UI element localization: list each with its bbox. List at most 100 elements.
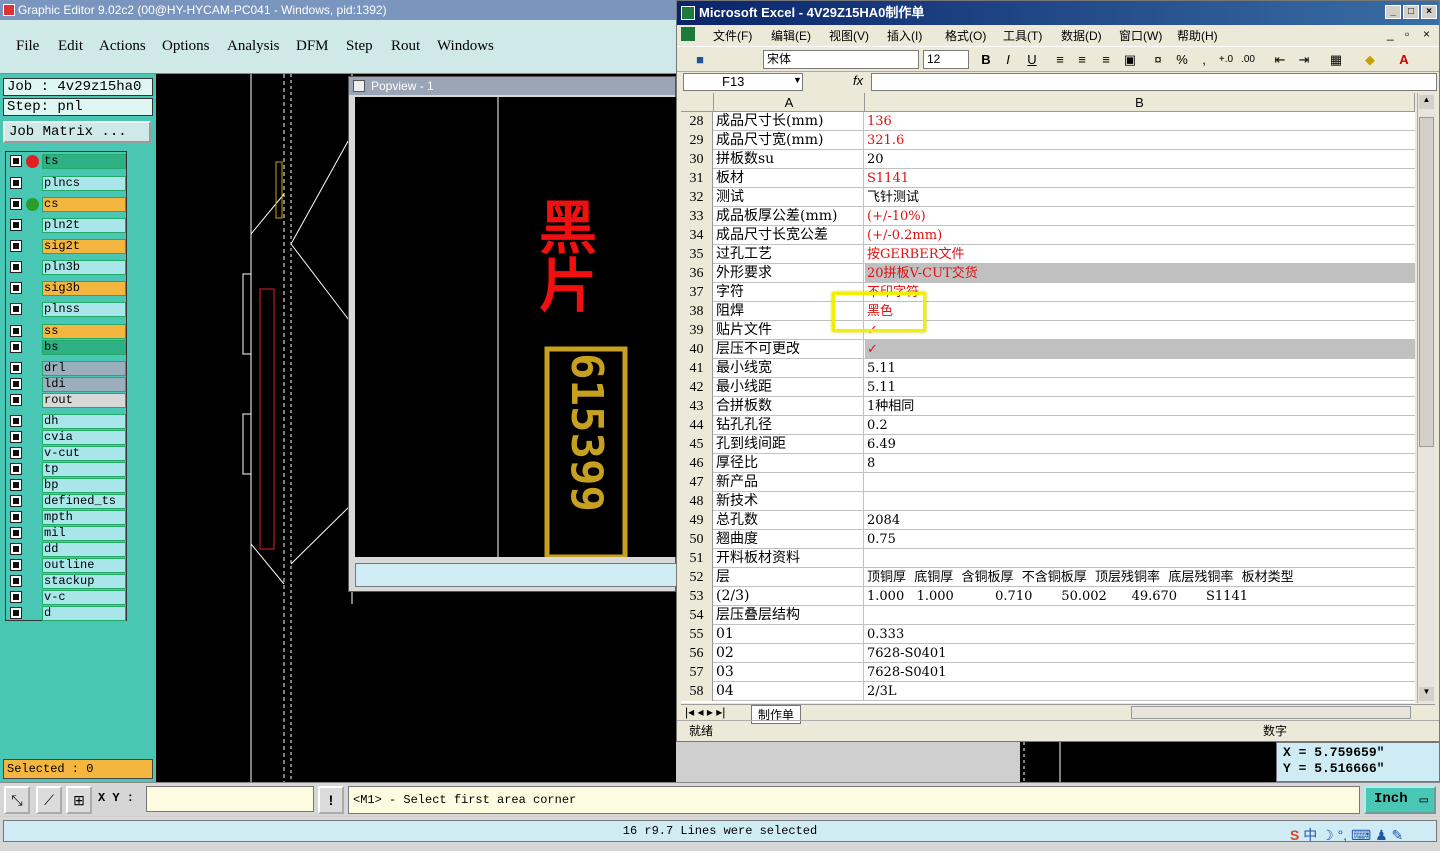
cell-b[interactable]: 5.11 — [865, 378, 1415, 397]
ime-chinese-icon[interactable]: 中 — [1303, 827, 1317, 843]
cell-b[interactable]: 0.2 — [865, 416, 1415, 435]
cell-a[interactable]: 新技术 — [714, 492, 864, 511]
layer-row[interactable]: sig3b — [8, 281, 126, 296]
layer-name[interactable]: dh — [42, 414, 126, 429]
layer-checkbox[interactable] — [10, 447, 22, 459]
layer-name[interactable]: pln2t — [42, 218, 126, 233]
cell-a[interactable]: 02 — [714, 644, 864, 663]
layer-name[interactable]: mil — [42, 526, 126, 541]
layer-name[interactable]: rout — [42, 393, 126, 408]
minimize-button[interactable]: _ — [1385, 5, 1401, 19]
layer-checkbox[interactable] — [10, 341, 22, 353]
layer-row[interactable]: tp — [8, 462, 126, 477]
layer-checkbox[interactable] — [10, 177, 22, 189]
cell-a[interactable]: 板材 — [714, 169, 864, 188]
measure-icon[interactable]: ⟋ — [36, 786, 62, 814]
layer-checkbox[interactable] — [10, 479, 22, 491]
cell-b[interactable] — [865, 606, 1415, 625]
layer-name[interactable]: plnss — [42, 302, 126, 317]
cell-b[interactable]: (+/-0.2mm) — [865, 226, 1415, 245]
menu-dfm[interactable]: DFM — [296, 38, 329, 55]
cell-b[interactable]: 按GERBER文件 — [865, 245, 1415, 264]
row-header[interactable]: 49 — [681, 511, 713, 530]
row-header[interactable]: 54 — [681, 606, 713, 625]
cell-a[interactable]: 拼板数su — [714, 150, 864, 169]
cell-b[interactable]: (+/-10%) — [865, 207, 1415, 226]
layer-name[interactable]: v-c — [42, 590, 126, 605]
layer-checkbox[interactable] — [10, 219, 22, 231]
cell-a[interactable]: (2/3) — [714, 587, 864, 606]
layer-row[interactable]: pln2t — [8, 218, 126, 233]
layer-checkbox[interactable] — [10, 559, 22, 571]
cell-a[interactable]: 层压叠层结构 — [714, 606, 864, 625]
layer-row[interactable]: plncs — [8, 176, 126, 191]
row-header[interactable]: 57 — [681, 663, 713, 682]
cell-b[interactable]: 0.333 — [865, 625, 1415, 644]
underline-button[interactable]: U — [1023, 51, 1041, 69]
font-color-icon[interactable]: A — [1395, 51, 1413, 69]
row-header[interactable]: 43 — [681, 397, 713, 416]
layer-name[interactable]: bs — [42, 340, 126, 355]
bold-button[interactable]: B — [977, 51, 995, 69]
layer-name[interactable]: sig2t — [42, 239, 126, 254]
layer-name[interactable]: cs — [42, 197, 126, 212]
cell-b[interactable]: 2084 — [865, 511, 1415, 530]
layer-row[interactable]: bs — [8, 340, 126, 355]
menu-data-cn[interactable]: 数据(D) — [1061, 27, 1102, 44]
keyboard-icon[interactable]: ⌨ — [1351, 827, 1371, 843]
row-header[interactable]: 35 — [681, 245, 713, 264]
layer-name[interactable]: ldi — [42, 377, 126, 392]
decrease-decimal-icon[interactable]: .00 — [1239, 51, 1257, 69]
maximize-button[interactable]: □ — [1403, 5, 1419, 19]
layer-name[interactable]: bp — [42, 478, 126, 493]
cell-a[interactable]: 最小线宽 — [714, 359, 864, 378]
select-all-corner[interactable] — [681, 93, 714, 112]
cell-b[interactable]: 2/3L — [865, 682, 1415, 701]
layer-checkbox[interactable] — [10, 575, 22, 587]
cell-a[interactable]: 开料板材资料 — [714, 549, 864, 568]
cell-b[interactable]: 不印字符 — [865, 283, 1415, 302]
row-header[interactable]: 37 — [681, 283, 713, 302]
layer-name[interactable]: stackup — [42, 574, 126, 589]
scroll-up-icon[interactable]: ▲ — [1419, 95, 1434, 109]
cell-b[interactable]: 1.000 1.000 0.710 50.002 49.670 S1141 — [865, 587, 1415, 606]
layer-checkbox[interactable] — [10, 198, 22, 210]
font-combo[interactable]: 宋体 — [763, 50, 919, 69]
row-header[interactable]: 41 — [681, 359, 713, 378]
menu-actions[interactable]: Actions — [99, 38, 146, 55]
cell-b[interactable]: 321.6 — [865, 131, 1415, 150]
cell-b[interactable]: 顶铜厚 底铜厚 含铜板厚 不含铜板厚 顶层残铜率 底层残铜率 板材类型 — [865, 568, 1415, 587]
layer-row[interactable]: ss — [8, 324, 126, 339]
row-header[interactable]: 39 — [681, 321, 713, 340]
layer-row[interactable]: mpth — [8, 510, 126, 525]
layer-row[interactable]: drl — [8, 361, 126, 376]
row-header[interactable]: 56 — [681, 644, 713, 663]
layer-name[interactable]: defined_ts — [42, 494, 126, 509]
grid-snap-icon[interactable]: ⊞ — [66, 786, 92, 814]
layer-name[interactable]: drl — [42, 361, 126, 376]
layer-name[interactable]: cvia — [42, 430, 126, 445]
layer-row[interactable]: v-c — [8, 590, 126, 605]
layer-checkbox[interactable] — [10, 527, 22, 539]
layer-checkbox[interactable] — [10, 543, 22, 555]
layer-name[interactable]: mpth — [42, 510, 126, 525]
borders-icon[interactable]: ▦ — [1327, 51, 1345, 69]
currency-icon[interactable]: ¤ — [1149, 51, 1167, 69]
layer-name[interactable]: ts — [42, 154, 126, 169]
row-header[interactable]: 52 — [681, 568, 713, 587]
layer-row[interactable]: bp — [8, 478, 126, 493]
cell-a[interactable]: 成品尺寸长宽公差 — [714, 226, 864, 245]
percent-icon[interactable]: % — [1173, 51, 1191, 69]
spreadsheet-grid[interactable]: A B 28 成品尺寸长(mm) 136 29 成品尺寸宽(mm) 321.6 30 拼板数s… — [681, 93, 1415, 703]
cell-a[interactable]: 孔到线间距 — [714, 435, 864, 454]
cell-b[interactable]: 20 — [865, 150, 1415, 169]
layer-checkbox[interactable] — [10, 362, 22, 374]
layer-row[interactable]: dd — [8, 542, 126, 557]
layer-checkbox[interactable] — [10, 155, 22, 167]
doc-minimize-icon[interactable]: _ — [1387, 27, 1394, 41]
menu-insert-cn[interactable]: 插入(I) — [887, 27, 922, 44]
cell-b[interactable]: S1141 — [865, 169, 1415, 188]
cell-a[interactable]: 层压不可更改 — [714, 340, 864, 359]
cell-a[interactable]: 层 — [714, 568, 864, 587]
zoom-area-icon[interactable]: ⤡ — [4, 786, 30, 814]
